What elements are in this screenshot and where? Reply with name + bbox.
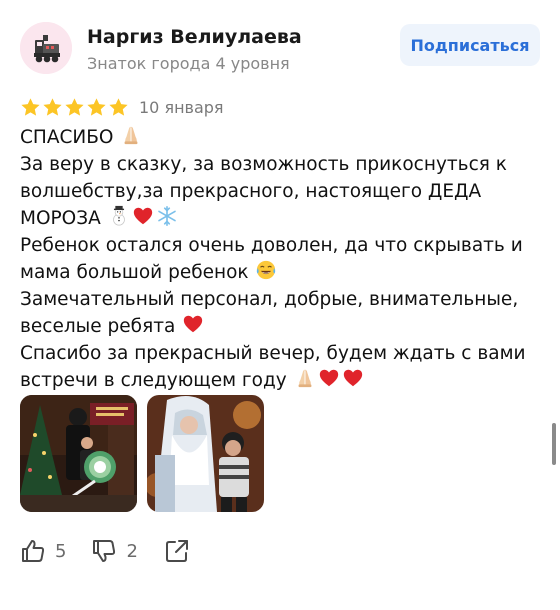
share-icon bbox=[165, 540, 188, 562]
train-icon bbox=[20, 22, 72, 74]
review-line-text: Замечательный персонал, добрые, внимател… bbox=[20, 289, 519, 310]
author-avatar[interactable] bbox=[20, 22, 72, 74]
author-name[interactable]: Наргиз Велиулаева bbox=[87, 26, 302, 48]
review-text-line: мама большой ребенок bbox=[20, 259, 535, 286]
red-heart-icon bbox=[343, 369, 362, 387]
thumbs-down-icon bbox=[93, 540, 116, 562]
thumbs-up-icon bbox=[22, 540, 45, 562]
subscribe-button[interactable]: Подписаться bbox=[400, 24, 540, 66]
review-line-text: МОРОЗА bbox=[20, 208, 101, 229]
review-text-line: встречи в следующем году bbox=[20, 367, 535, 394]
snowflake-icon bbox=[157, 206, 176, 226]
review-line-text: Ребенок остался очень доволен, да что ск… bbox=[20, 235, 523, 256]
scrollbar-thumb[interactable] bbox=[552, 423, 556, 465]
dislike-count: 2 bbox=[126, 540, 138, 562]
review-text-line: волшебству,за прекрасного, настоящего ДЕ… bbox=[20, 178, 535, 205]
review-text-line: Замечательный персонал, добрые, внимател… bbox=[20, 286, 535, 313]
review-text-line: СПАСИБО bbox=[20, 124, 535, 151]
star-icon bbox=[109, 97, 128, 116]
review-line-text: встречи в следующем году bbox=[20, 370, 287, 391]
red-heart-icon bbox=[319, 369, 338, 387]
tears-of-joy-icon bbox=[257, 260, 276, 280]
star-icon bbox=[65, 97, 84, 116]
star-icon bbox=[87, 97, 106, 116]
red-heart-icon bbox=[184, 315, 203, 333]
review-actions: 5 2 bbox=[20, 536, 190, 566]
praying-hands-icon bbox=[124, 126, 138, 145]
review-text: СПАСИБО За веру в сказку, за возможность… bbox=[20, 124, 535, 394]
author-level: Знаток города 4 уровня bbox=[87, 54, 290, 73]
review-line-text: веселые ребята bbox=[20, 316, 176, 337]
photo-child-with-santa[interactable] bbox=[147, 395, 264, 512]
snowman-icon bbox=[112, 205, 125, 226]
review-line-text: СПАСИБО bbox=[20, 127, 114, 148]
review-text-line: веселые ребята bbox=[20, 313, 535, 340]
rating-row: 10 января bbox=[20, 96, 224, 118]
praying-hands-icon bbox=[298, 369, 312, 388]
review-text-line: МОРОЗА bbox=[20, 205, 535, 232]
photo-family-christmas-tree[interactable] bbox=[20, 395, 137, 512]
star-icon bbox=[43, 97, 62, 116]
review-line-text: мама большой ребенок bbox=[20, 262, 249, 283]
photo-gallery bbox=[20, 395, 264, 512]
share-button[interactable] bbox=[164, 538, 190, 564]
review-line-text: Спасибо за прекрасный вечер, будем ждать… bbox=[20, 343, 526, 364]
rating-stars bbox=[20, 97, 129, 118]
review-text-line: Ребенок остался очень доволен, да что ск… bbox=[20, 232, 535, 259]
review-line-text: волшебству,за прекрасного, настоящего ДЕ… bbox=[20, 181, 482, 202]
dislike-button[interactable]: 2 bbox=[91, 538, 138, 564]
review-date: 10 января bbox=[139, 97, 224, 117]
review-line-text: За веру в сказку, за возможность прикосн… bbox=[20, 154, 507, 175]
like-button[interactable]: 5 bbox=[20, 538, 66, 564]
star-icon bbox=[21, 97, 40, 116]
review-text-line: Спасибо за прекрасный вечер, будем ждать… bbox=[20, 340, 535, 367]
red-heart-icon bbox=[133, 207, 152, 225]
review-card: Наргиз Велиулаева Знаток города 4 уровня… bbox=[0, 0, 560, 610]
review-text-line: За веру в сказку, за возможность прикосн… bbox=[20, 151, 535, 178]
like-count: 5 bbox=[55, 540, 67, 562]
